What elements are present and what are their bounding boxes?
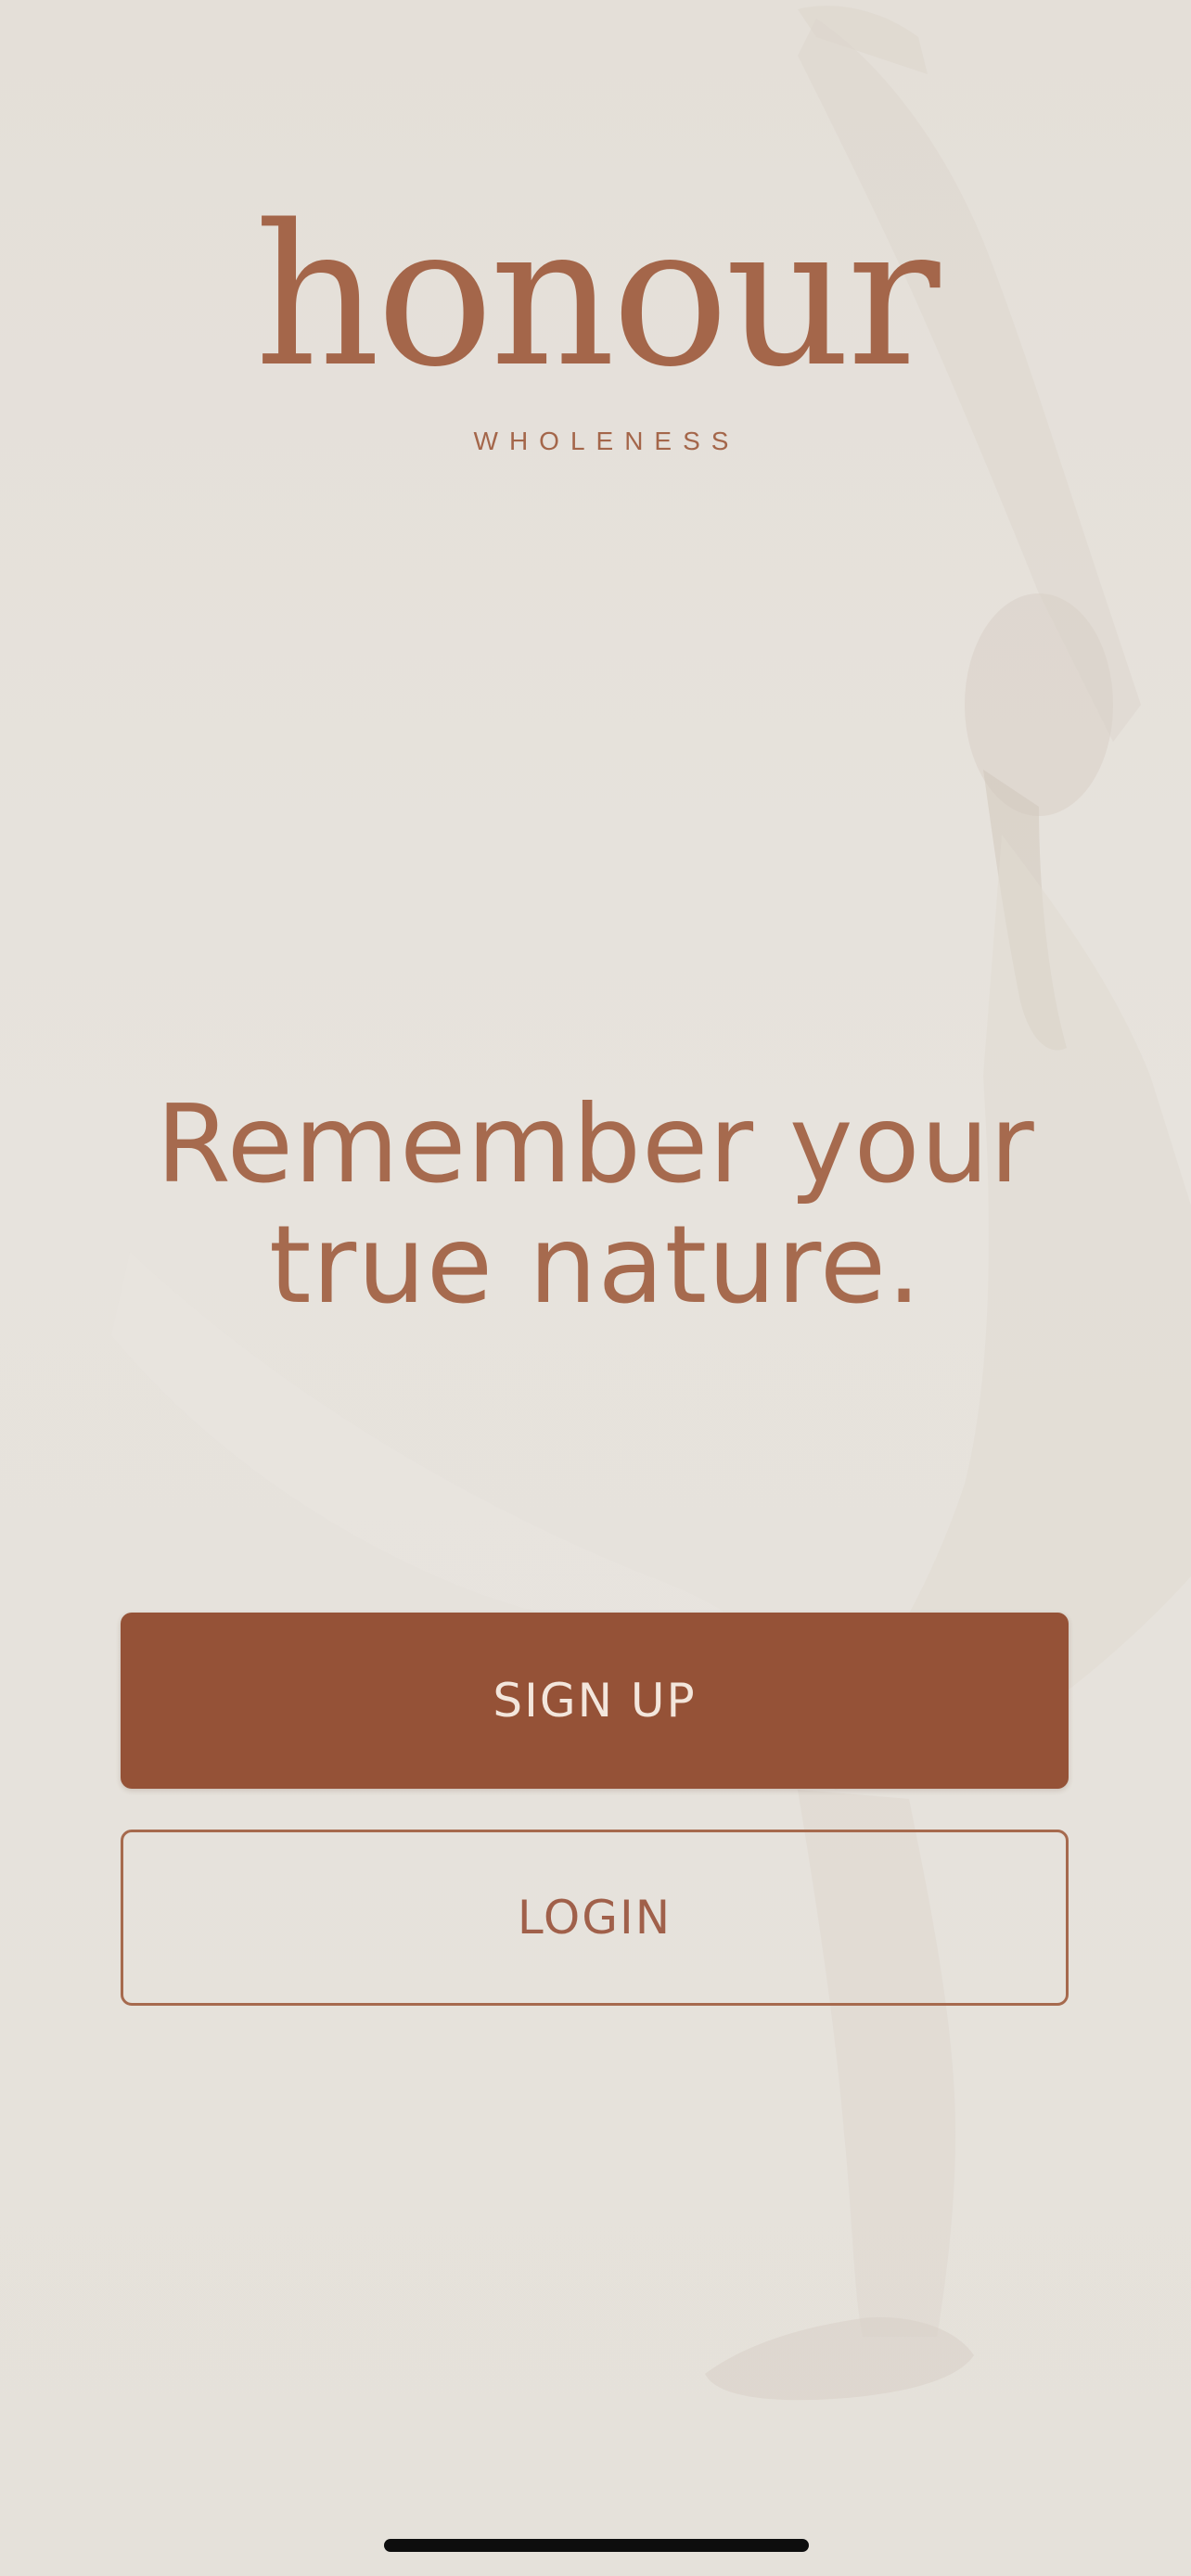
home-indicator[interactable] [384, 2539, 809, 2552]
brand-wordmark: honour [254, 183, 941, 410]
sign-up-button[interactable]: SIGN UP [121, 1613, 1069, 1789]
sign-up-button-label: SIGN UP [493, 1674, 697, 1728]
hero-tagline: Remember your true nature. [0, 1085, 1191, 1326]
brand-subtitle: WHOLENESS [473, 427, 740, 455]
login-button[interactable]: LOGIN [121, 1830, 1069, 2006]
login-button-label: LOGIN [517, 1891, 672, 1945]
hero-tagline-line2: true nature. [269, 1203, 922, 1328]
welcome-screen: honour WHOLENESS Remember your true natu… [0, 0, 1191, 2576]
hero-tagline-line1: Remember your [156, 1082, 1035, 1207]
